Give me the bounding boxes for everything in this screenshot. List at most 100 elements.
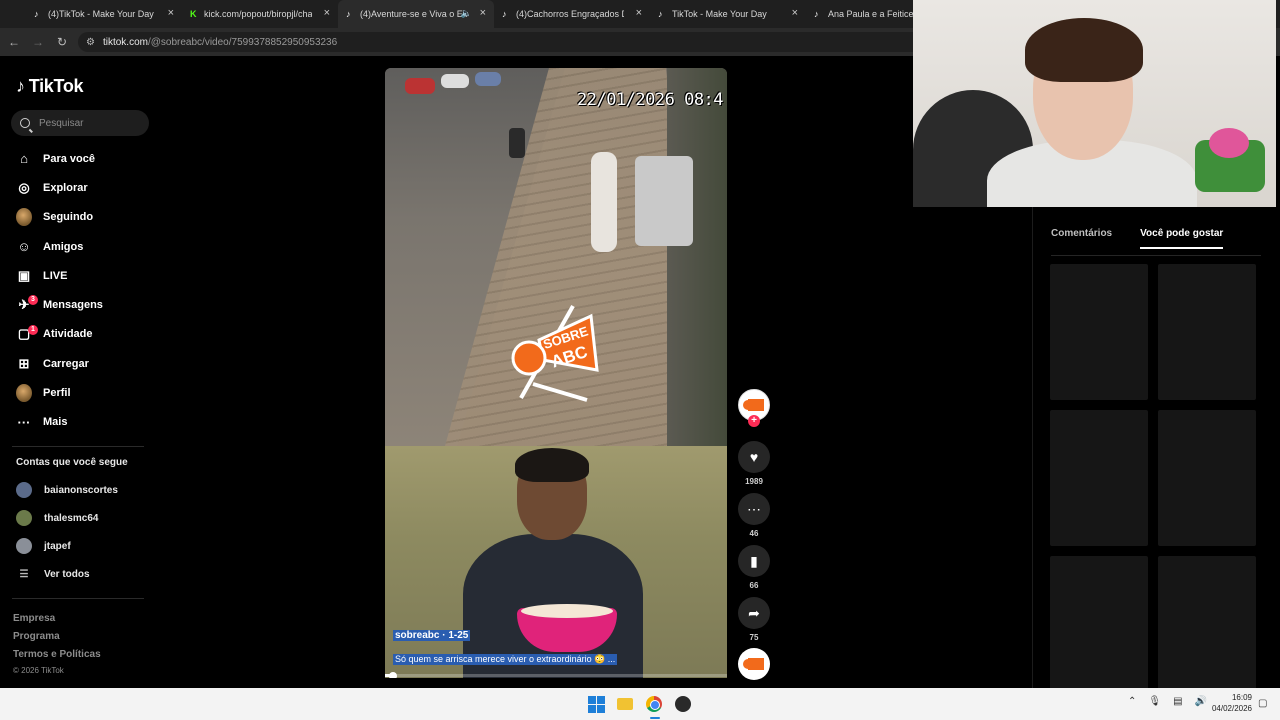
reload-icon[interactable]: ↻ <box>50 35 74 49</box>
nav-label: Perfil <box>43 387 71 400</box>
kick-icon: K <box>190 9 197 19</box>
browser-tab[interactable]: Kkick.com/popout/biropjl/chat × <box>182 0 338 28</box>
tab-title: (4)Aventure-se e Viva o Extr <box>360 9 468 19</box>
profile-icon <box>16 384 32 403</box>
video-player[interactable]: 22/01/2026 08:4 SOBRE ABC sobreabc · 1-2… <box>385 68 727 678</box>
comment-button[interactable]: ⋯ 46 <box>738 493 770 538</box>
webcam-toy <box>1209 128 1249 158</box>
recommended-video-card[interactable] <box>1158 264 1256 400</box>
nav-label: Amigos <box>43 240 84 253</box>
nav-item-para-voc-[interactable]: ⌂ Para você <box>0 144 160 173</box>
windows-start-icon[interactable] <box>586 694 606 714</box>
upload-icon: ⊞ <box>18 355 30 371</box>
webcam-person-hair <box>1025 18 1143 82</box>
notification-badge: 1 <box>28 324 38 335</box>
parked-car <box>475 72 501 86</box>
network-icon[interactable]: ▤ <box>1173 696 1182 707</box>
tab-title: TikTok - Make Your Day <box>672 9 767 19</box>
video-person-frame <box>385 446 727 678</box>
motorcycle <box>509 128 525 158</box>
speaker-icon[interactable]: 🔈 <box>461 8 472 19</box>
browser-tab[interactable]: ♪ (4)Aventure-se e Viva o Extr 🔈 × <box>338 0 494 28</box>
obs-icon[interactable] <box>673 694 693 714</box>
notification-icon[interactable]: ▢ <box>1258 698 1267 709</box>
wall <box>667 68 727 446</box>
nav-item-amigos[interactable]: ☺ Amigos <box>0 232 160 261</box>
recommended-video-card[interactable] <box>1050 264 1148 400</box>
close-icon[interactable]: × <box>480 7 486 19</box>
recommended-video-card[interactable] <box>1158 410 1256 546</box>
close-icon[interactable]: × <box>324 7 330 19</box>
avatar <box>16 538 32 554</box>
nav-item-live[interactable]: ▣ LIVE <box>0 261 160 290</box>
recommended-video-card[interactable] <box>1050 410 1148 546</box>
microphone-icon[interactable]: 🎙 <box>1148 696 1161 707</box>
share-button[interactable]: ➦ 75 <box>738 597 770 642</box>
nav-item-mais[interactable]: ··· Mais <box>0 408 160 437</box>
music-disc-icon[interactable] <box>738 648 770 680</box>
sobreabc-logo: SOBRE ABC <box>503 300 599 404</box>
nav-item-explorar[interactable]: ◎ Explorar <box>0 173 160 202</box>
divider <box>1051 255 1261 256</box>
video-progress-bar[interactable] <box>385 674 727 677</box>
friends-icon: ☺ <box>17 239 31 255</box>
avatar <box>16 482 32 498</box>
nav-item-atividade[interactable]: ▢ Atividade 1 <box>0 320 160 349</box>
logo-text: TikTok <box>28 76 84 96</box>
recommended-video-card[interactable] <box>1050 556 1148 692</box>
heart-icon: ♥ <box>738 441 770 473</box>
nav-label: Para você <box>43 152 95 165</box>
browser-tab[interactable]: ♪ (4)TikTok - Make Your Day × <box>26 0 182 28</box>
see-all-link[interactable]: ☰ Ver todos <box>16 560 118 588</box>
close-icon[interactable]: × <box>636 7 642 19</box>
tiktok-logo[interactable]: ♪ TikTok <box>16 76 84 97</box>
progress-handle[interactable] <box>389 672 397 678</box>
close-icon[interactable]: × <box>168 7 174 19</box>
copyright: © 2026 TikTok <box>13 666 64 675</box>
nav-label: LIVE <box>43 269 68 282</box>
parked-car <box>635 156 693 246</box>
nav-label: Mensagens <box>43 299 103 312</box>
tab-you-may-like[interactable]: Você pode gostar <box>1140 226 1224 249</box>
video-author[interactable]: sobreabc · 1-25 <box>393 630 471 641</box>
back-arrow-icon[interactable]: ← <box>2 35 26 49</box>
nav-item-carregar[interactable]: ⊞ Carregar <box>0 349 160 378</box>
follow-plus-button[interactable]: + <box>748 415 760 427</box>
video-caption[interactable]: Só quem se arrisca merece viver o extrao… <box>393 654 618 665</box>
browser-tab[interactable]: ♪ TikTok - Make Your Day × <box>650 0 806 28</box>
tab-comments[interactable]: Comentários <box>1051 226 1112 249</box>
nav-item-seguindo[interactable]: Seguindo <box>0 203 160 232</box>
share-count: 75 <box>749 633 759 642</box>
nav-item-mensagens[interactable]: ✈ Mensagens 3 <box>0 290 160 319</box>
browser-tab[interactable]: ♪ (4)Cachorros Engraçados Danç × <box>494 0 650 28</box>
tab-title: (4)Cachorros Engraçados Danç <box>516 9 624 19</box>
nav-label: Mais <box>43 416 68 429</box>
nav-label: Seguindo <box>43 211 94 224</box>
see-all-label: Ver todos <box>44 568 90 580</box>
footer-link[interactable]: Empresa <box>13 610 101 628</box>
clock[interactable]: 16:09 04/02/2026 <box>1206 692 1252 714</box>
search-input[interactable]: Pesquisar <box>11 110 149 136</box>
site-info-icon[interactable]: ⚙ <box>86 37 95 48</box>
footer-link[interactable]: Termos e Políticas <box>13 646 101 664</box>
nav-item-perfil[interactable]: Perfil <box>0 378 160 407</box>
bookmark-icon: ▮ <box>738 545 770 577</box>
forward-arrow-icon[interactable]: → <box>26 35 50 49</box>
like-button[interactable]: ♥ 1989 <box>738 441 770 486</box>
recommended-video-card[interactable] <box>1158 556 1256 692</box>
file-explorer-icon[interactable] <box>615 694 635 714</box>
clock-time: 16:09 <box>1231 693 1252 702</box>
save-button[interactable]: ▮ 66 <box>738 545 770 590</box>
following-account[interactable]: baianonscortes <box>16 476 118 504</box>
chrome-icon[interactable] <box>644 694 664 714</box>
main-nav: ⌂ Para você ◎ Explorar Seguindo ☺ Amigos ▣ LIVE ✈… <box>0 144 160 437</box>
clock-date: 04/02/2026 <box>1211 704 1252 713</box>
following-account[interactable]: jtapef <box>16 532 118 560</box>
close-icon[interactable]: × <box>792 7 798 19</box>
footer-link[interactable]: Programa <box>13 628 101 646</box>
following-account[interactable]: thalesmc64 <box>16 504 118 532</box>
chevron-up-icon[interactable]: ⌃ <box>1128 696 1136 707</box>
footer-links: Empresa Programa Termos e Políticas © 2026 … <box>13 610 101 678</box>
right-panel-tabs: Comentários Você pode gostar <box>1051 226 1251 249</box>
following-list: baianonscortes thalesmc64 jtapef ☰ Ver todos <box>16 476 118 588</box>
